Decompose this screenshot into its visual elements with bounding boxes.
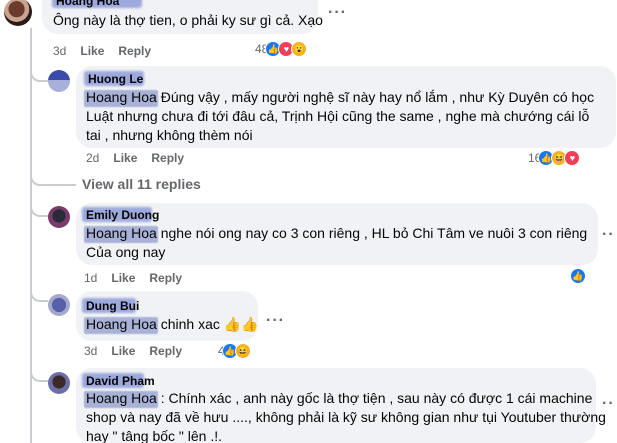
comment-actions: 2d Like Reply [86,151,184,165]
thread-connector [30,280,48,302]
more-horizontal-icon[interactable]: ·· [602,395,615,413]
comment-author[interactable]: Dung Bui [82,298,139,313]
mention-tag[interactable]: Hoang Hoa [84,89,158,107]
comment-author[interactable]: Hoang Hoa [52,0,142,8]
reply-button[interactable]: Reply [149,344,182,358]
comment-time[interactable]: 3d [84,344,97,358]
comment-time[interactable]: 2d [86,151,99,165]
thread-connector [30,170,76,186]
more-horizontal-icon[interactable]: ··· [266,312,285,330]
avatar[interactable] [48,70,70,92]
avatar[interactable] [4,0,32,26]
avatar[interactable] [48,206,70,228]
wow-icon: 😮 [291,41,308,57]
comment-actions: 1d Like Reply [84,271,182,285]
comment-time[interactable]: 3d [53,44,66,58]
thread-connector [30,195,48,217]
avatar[interactable] [48,294,70,316]
more-horizontal-icon[interactable]: ··· [328,4,347,22]
mention-tag[interactable]: Hoang Hoa [84,316,158,334]
comment-author[interactable]: Emily Duong [82,207,159,222]
like-button[interactable]: Like [111,271,135,285]
like-button[interactable]: Like [113,151,137,165]
love-icon: ♥ [564,150,581,166]
comment-text: Hoang Hoa nghe nói ong nay co 3 con riên… [84,225,588,260]
comment-actions: 3d Like Reply [53,44,151,58]
thread-connector [30,360,48,382]
comment-text: Hoang Hoa Đúng vậy , mấy người nghệ sĩ n… [84,89,595,143]
reaction-summary[interactable]: 48 👍 ♥ 😮 [255,41,308,57]
reaction-summary[interactable]: 4 👍 😆 [218,343,251,359]
comment-actions: 3d Like Reply [84,344,182,358]
comment-author[interactable]: David Pham [82,373,155,388]
mention-tag[interactable]: Hoang Hoa [84,390,158,408]
thread-rail [30,200,32,443]
like-icon: 👍 [570,268,586,284]
more-horizontal-icon[interactable]: ·· [602,226,615,244]
reply-button[interactable]: Reply [118,44,151,58]
like-button[interactable]: Like [80,44,104,58]
reaction-summary[interactable]: 16 👍 😆 ♥ [528,150,581,166]
reply-button[interactable]: Reply [151,151,184,165]
comment-text: Hoang Hoa : Chính xác , anh này gốc là t… [84,390,606,443]
mention-tag[interactable]: Hoang Hoa [84,225,158,243]
comment-time[interactable]: 1d [84,271,97,285]
thread-connector [30,60,48,82]
view-all-replies-button[interactable]: View all 11 replies [82,176,201,192]
comment-author[interactable]: Huong Le [84,71,144,86]
comment-text: Hoang Hoa chinh xac 👍👍 [84,316,259,334]
reply-button[interactable]: Reply [149,271,182,285]
haha-icon: 😆 [234,343,251,359]
reaction-summary[interactable]: 👍 [567,268,586,284]
like-button[interactable]: Like [111,344,135,358]
avatar[interactable] [48,372,70,394]
comment-text: Ông này là thợ tien, o phải ky sư gì cả.… [53,12,323,28]
